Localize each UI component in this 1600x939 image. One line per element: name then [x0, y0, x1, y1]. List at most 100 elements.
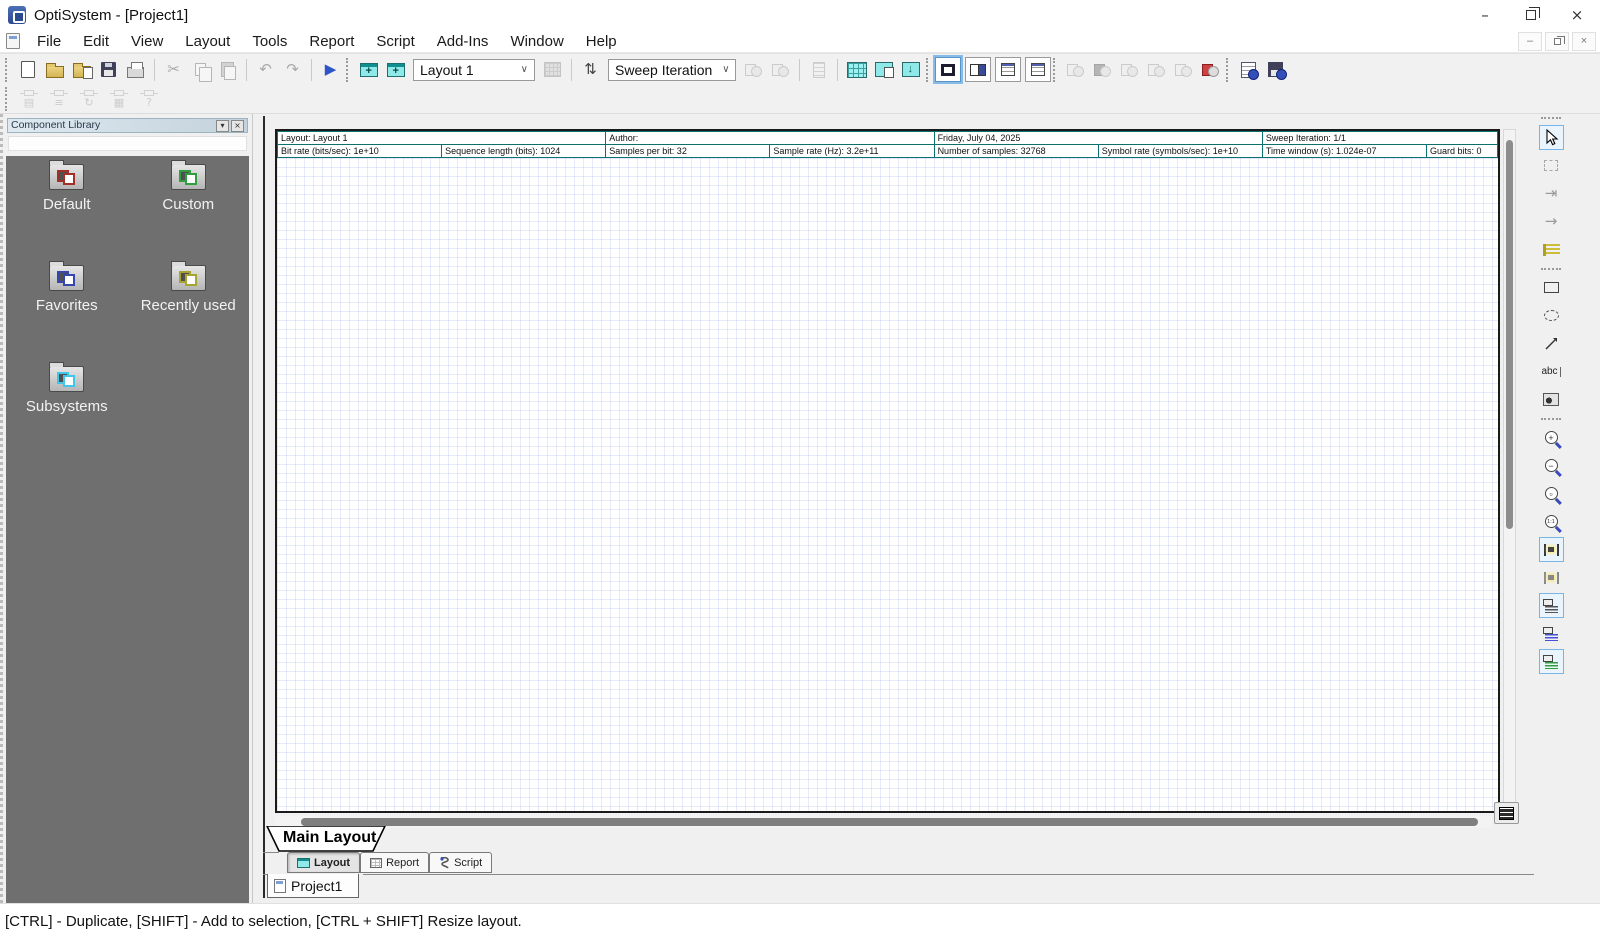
sweep-iteration-select[interactable]: Sweep Iteration ∨	[608, 59, 736, 81]
tab-report[interactable]: Report	[360, 852, 429, 873]
vertical-scrollbar[interactable]	[1503, 129, 1516, 813]
next-iteration-button[interactable]	[767, 56, 794, 83]
menu-tools[interactable]: Tools	[241, 30, 298, 53]
previous-iteration-button[interactable]	[740, 56, 767, 83]
panel-close-button[interactable]: ×	[231, 120, 244, 132]
rectangle-tool-button[interactable]	[1539, 275, 1564, 300]
toolbar-grip[interactable]	[5, 87, 10, 111]
redo-button[interactable]: ↷	[279, 56, 306, 83]
vertical-scrollbar-thumb[interactable]	[1506, 140, 1513, 529]
save-project-button[interactable]	[95, 56, 122, 83]
toolbar-grip[interactable]	[926, 58, 931, 82]
zoom-out-button[interactable]: −	[1539, 453, 1564, 478]
library-folder-subsystems[interactable]: Subsystems	[12, 362, 122, 463]
duplicate-layout-button[interactable]	[382, 56, 409, 83]
view-report-alt-button[interactable]	[1025, 57, 1051, 82]
cut-button[interactable]: ✂	[160, 56, 187, 83]
connect-tool-button[interactable]: ⇥	[1539, 181, 1564, 206]
layout-select[interactable]: Layout 1 ∨	[413, 59, 535, 81]
save-all-button[interactable]	[1262, 56, 1289, 83]
horizontal-scrollbar[interactable]	[275, 816, 1492, 828]
iteration-table-button[interactable]	[805, 56, 832, 83]
open-project-button[interactable]	[41, 56, 68, 83]
open-component-button[interactable]	[1143, 56, 1170, 83]
sweep-mode-button[interactable]: ⇅	[577, 56, 604, 83]
copy-button[interactable]	[187, 56, 214, 83]
new-layout-button[interactable]	[355, 56, 382, 83]
undo-button[interactable]: ↶	[252, 56, 279, 83]
layout-overview-button[interactable]	[1494, 802, 1519, 824]
horizontal-scrollbar-thumb[interactable]	[301, 818, 1478, 826]
component-report-button[interactable]	[1235, 56, 1262, 83]
component-rotate-button[interactable]: ↻	[74, 86, 104, 113]
print-button[interactable]	[122, 56, 149, 83]
component-properties-button[interactable]: ▤	[14, 86, 44, 113]
menu-edit[interactable]: Edit	[72, 30, 120, 53]
menu-file[interactable]: File	[26, 30, 72, 53]
fit-vertical-button[interactable]	[1539, 565, 1564, 590]
view-layout-only-button[interactable]	[935, 57, 961, 82]
menu-window[interactable]: Window	[499, 30, 574, 53]
toolbar-grip[interactable]	[1226, 58, 1231, 82]
view-split-button[interactable]	[965, 57, 991, 82]
panel-collapse-button[interactable]: ▾	[216, 120, 229, 132]
find-component-button[interactable]	[1170, 56, 1197, 83]
select-tool-button[interactable]	[1539, 125, 1564, 150]
zoom-in-button[interactable]: +	[1539, 425, 1564, 450]
main-layout-tab[interactable]: Main Layout	[265, 826, 387, 852]
menu-script[interactable]: Script	[365, 30, 425, 53]
component-label-button[interactable]: ≡	[44, 86, 74, 113]
page-setup-button[interactable]	[843, 56, 870, 83]
menu-layout[interactable]: Layout	[174, 30, 241, 53]
layout-canvas[interactable]: Layout: Layout 1 Author: Friday, July 04…	[275, 129, 1500, 813]
image-tool-button[interactable]	[1539, 387, 1564, 412]
mdi-minimize-button[interactable]: –	[1518, 32, 1542, 51]
tab-layout[interactable]: Layout	[287, 852, 360, 873]
menu-addins[interactable]: Add-Ins	[426, 30, 500, 53]
delete-layout-button[interactable]	[539, 56, 566, 83]
import-project-button[interactable]	[68, 56, 95, 83]
toolbar-grip[interactable]	[346, 58, 351, 82]
ellipse-tool-button[interactable]	[1539, 303, 1564, 328]
layout-properties-button[interactable]	[870, 56, 897, 83]
align-components-button[interactable]	[1539, 593, 1564, 618]
arrow-tool-button[interactable]: →	[1539, 209, 1564, 234]
zoom-actual-size-button[interactable]: 1:1	[1539, 509, 1564, 534]
toolbar-grip[interactable]	[1053, 58, 1058, 82]
new-project-button[interactable]	[14, 56, 41, 83]
path-tool-button[interactable]	[1539, 237, 1564, 262]
component-help-button[interactable]: ?	[134, 86, 164, 113]
calculate-play-button[interactable]: ▶	[317, 56, 344, 83]
menu-view[interactable]: View	[120, 30, 174, 53]
window-restore-button[interactable]	[1508, 0, 1554, 30]
component-library-header[interactable]: Component Library ▾ ×	[7, 118, 248, 133]
line-tool-button[interactable]	[1539, 331, 1564, 356]
window-minimize-button[interactable]: –	[1462, 0, 1508, 30]
text-tool-button[interactable]: abc	[1539, 359, 1564, 384]
component-grid-button[interactable]: ▦	[104, 86, 134, 113]
distribute-components-button[interactable]	[1539, 621, 1564, 646]
tab-project1[interactable]: Project1	[267, 874, 359, 898]
save-component-button[interactable]	[1116, 56, 1143, 83]
mdi-restore-button[interactable]	[1545, 32, 1569, 51]
zoom-page-button[interactable]: ▫	[1539, 481, 1564, 506]
insert-component-button[interactable]	[1089, 56, 1116, 83]
library-folder-custom[interactable]: Custom	[133, 160, 243, 261]
palette-grip[interactable]	[1541, 117, 1561, 121]
library-folder-recently-used[interactable]: Recently used	[133, 261, 243, 362]
paste-button[interactable]	[214, 56, 241, 83]
menu-report[interactable]: Report	[298, 30, 365, 53]
window-close-button[interactable]: ×	[1554, 0, 1600, 30]
fit-horizontal-button[interactable]	[1539, 537, 1564, 562]
menu-help[interactable]: Help	[575, 30, 628, 53]
library-folder-default[interactable]: Default	[12, 160, 122, 261]
mdi-close-button[interactable]: ×	[1572, 32, 1596, 51]
space-components-button[interactable]	[1539, 649, 1564, 674]
flag-component-button[interactable]	[1197, 56, 1224, 83]
toolbar-grip[interactable]	[5, 58, 10, 82]
layout-options-button[interactable]	[897, 56, 924, 83]
add-component-button[interactable]	[1062, 56, 1089, 83]
marquee-select-tool-button[interactable]	[1539, 153, 1564, 178]
view-report-button[interactable]	[995, 57, 1021, 82]
library-folder-favorites[interactable]: Favorites	[12, 261, 122, 362]
